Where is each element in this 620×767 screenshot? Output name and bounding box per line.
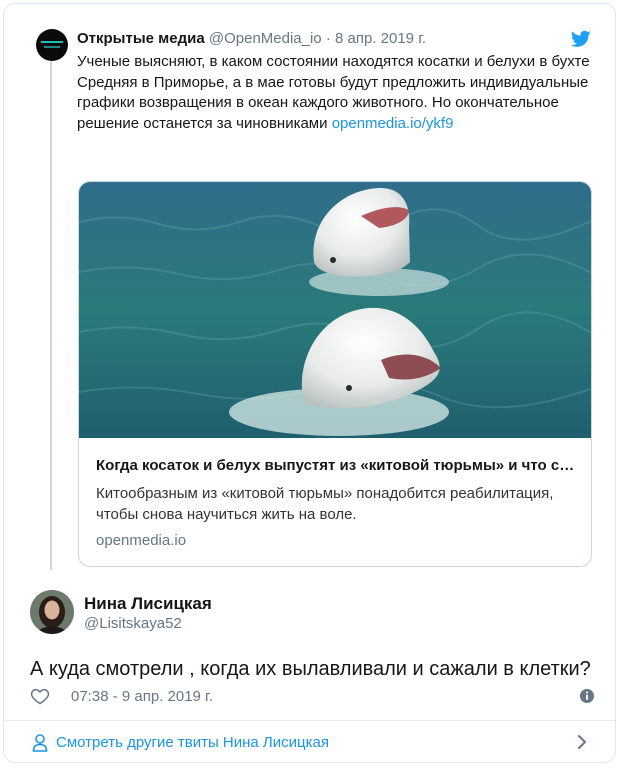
link-card-description: Китообразным из «китовой тюрьмы» понадоб… <box>96 485 554 523</box>
reply-author-name[interactable]: Нина Лисицкая <box>84 594 212 614</box>
thread-line <box>50 60 52 570</box>
parent-author-name[interactable]: Открытые медиа <box>77 30 205 47</box>
more-tweets-label: Смотреть другие твиты Нина Лисицкая <box>56 734 329 751</box>
reply-tweet-text: А куда смотрели , когда их вылавливали и… <box>30 658 591 680</box>
tweet-link[interactable]: openmedia.io/ykf9 <box>332 115 454 132</box>
heart-icon[interactable] <box>30 686 50 706</box>
link-card-domain: openmedia.io <box>96 532 187 549</box>
chevron-right-icon <box>578 735 586 749</box>
more-tweets-link[interactable]: Смотреть другие твиты Нина Лисицкая <box>4 721 615 762</box>
parent-tweet-text: Ученые выясняют, в каком состоянии наход… <box>77 53 590 132</box>
parent-tweet-date[interactable]: 8 апр. 2019 г. <box>335 30 426 47</box>
link-card-title: Когда косаток и белух выпустят из «китов… <box>96 457 576 474</box>
link-preview-card[interactable]: Когда косаток и белух выпустят из «китов… <box>78 181 592 567</box>
header-separator: · <box>325 30 331 47</box>
parent-author-handle[interactable]: @OpenMedia_io <box>209 30 322 47</box>
reply-author-avatar[interactable] <box>30 590 74 634</box>
reply-author-handle[interactable]: @Lisitskaya52 <box>84 614 182 634</box>
belugas-photo <box>79 182 591 438</box>
reply-timestamp[interactable]: 07:38 - 9 апр. 2019 г. <box>71 687 213 707</box>
parent-tweet[interactable]: Открытые медиа @OpenMedia_io · 8 апр. 20… <box>4 4 615 582</box>
embedded-tweet: Открытые медиа @OpenMedia_io · 8 апр. 20… <box>3 3 616 763</box>
person-icon <box>32 734 48 752</box>
parent-author-avatar[interactable] <box>36 29 68 61</box>
parent-tweet-header: Открытые медиа @OpenMedia_io · 8 апр. 20… <box>77 29 426 49</box>
info-icon[interactable] <box>579 688 595 704</box>
twitter-bird-icon[interactable] <box>571 30 591 48</box>
reply-meta-row: 07:38 - 9 апр. 2019 г. <box>30 686 595 708</box>
